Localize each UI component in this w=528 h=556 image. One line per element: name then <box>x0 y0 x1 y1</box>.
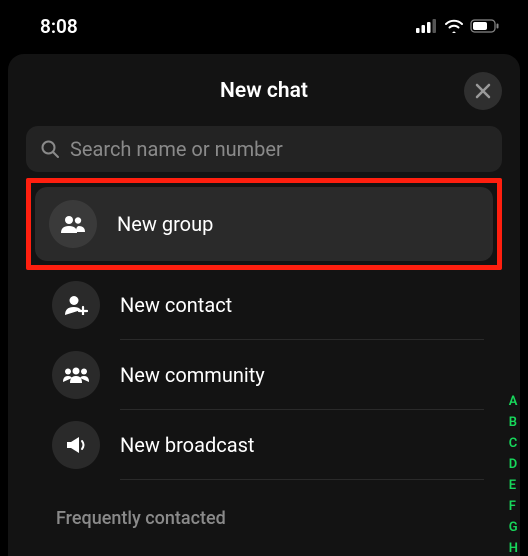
cellular-icon <box>416 19 438 33</box>
wifi-icon <box>444 19 464 33</box>
option-new-group[interactable]: New group <box>35 187 493 261</box>
alpha-index-letter[interactable]: A <box>509 394 518 409</box>
sheet-header: New chat <box>8 66 520 116</box>
status-icons <box>416 19 500 33</box>
status-bar: 8:08 <box>0 0 528 48</box>
option-new-broadcast[interactable]: New broadcast <box>38 410 498 480</box>
alpha-index-letter[interactable]: G <box>509 520 518 535</box>
option-new-contact[interactable]: New contact <box>38 270 498 340</box>
alpha-index-letter[interactable]: D <box>509 457 518 472</box>
community-icon <box>62 367 90 383</box>
battery-icon <box>470 19 500 33</box>
close-button[interactable] <box>464 72 502 110</box>
new-chat-sheet: New chat New group <box>8 54 520 556</box>
option-new-contact-label: New contact <box>120 293 484 317</box>
sheet-title: New chat <box>220 79 308 103</box>
search-icon <box>40 139 60 159</box>
group-icon <box>60 215 86 233</box>
new-broadcast-icon-wrap <box>52 421 100 469</box>
option-new-community-label: New community <box>120 363 484 387</box>
new-contact-icon-wrap <box>52 281 100 329</box>
broadcast-icon <box>65 436 87 454</box>
alpha-index-letter[interactable]: C <box>509 436 518 451</box>
alpha-index-letter[interactable]: F <box>509 499 518 514</box>
section-frequently-contacted: Frequently contacted <box>56 508 520 529</box>
status-time: 8:08 <box>40 15 78 38</box>
option-new-broadcast-label: New broadcast <box>120 433 484 457</box>
alpha-index[interactable]: ABCDEFGH <box>509 394 518 556</box>
option-new-group-label: New group <box>117 212 479 236</box>
new-community-icon-wrap <box>52 351 100 399</box>
alpha-index-letter[interactable]: E <box>509 478 518 493</box>
alpha-index-letter[interactable]: B <box>509 415 518 430</box>
new-group-icon-wrap <box>49 200 97 248</box>
search-input[interactable] <box>70 137 488 161</box>
search-bar[interactable] <box>26 126 502 172</box>
close-icon <box>475 83 491 99</box>
highlight-annotation: New group <box>26 178 502 270</box>
alpha-index-letter[interactable]: H <box>509 541 518 556</box>
add-contact-icon <box>64 295 88 315</box>
option-new-community[interactable]: New community <box>38 340 498 410</box>
